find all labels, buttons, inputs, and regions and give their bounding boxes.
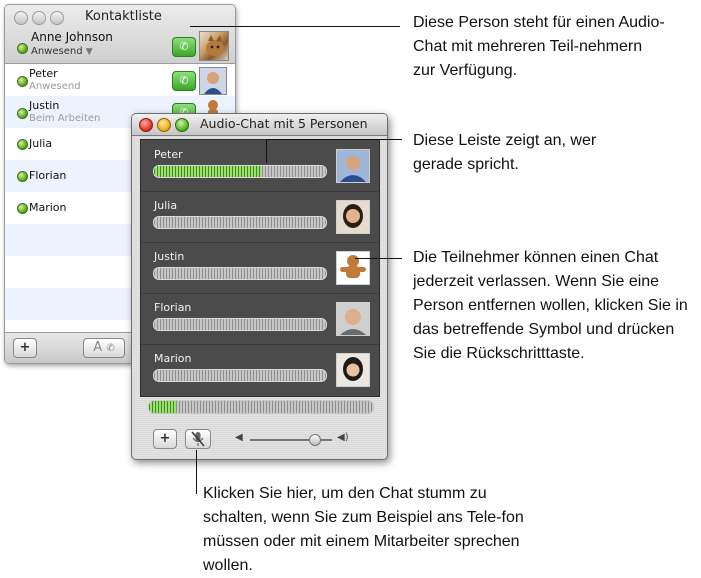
chevron-down-icon: ▼ — [85, 47, 93, 57]
callout-line-1 — [190, 26, 400, 27]
cat-picture-icon — [206, 35, 224, 56]
status-available-icon — [17, 108, 28, 119]
callout-speaking-bar: Diese Leiste zeigt an, wer gerade sprich… — [413, 132, 597, 173]
my-status-label: Anwesend — [31, 46, 83, 57]
participant-slot: Julia — [141, 191, 379, 243]
participant-avatar[interactable] — [336, 149, 370, 183]
participant-name: Florian — [154, 301, 192, 314]
speaking-level-meter — [153, 216, 327, 229]
speaking-level-meter — [153, 165, 327, 178]
audio-chat-icon[interactable]: ✆ — [172, 71, 196, 91]
audio-chat-controls: + ◀ ◀) — [132, 426, 387, 456]
callout-mute: Klicken Sie hier, um den Chat stumm zu s… — [203, 485, 524, 574]
person-picture-icon — [337, 201, 369, 233]
close-window-button[interactable] — [139, 118, 153, 132]
speaking-level-meter — [153, 369, 327, 382]
callout-line-2-h — [266, 139, 402, 140]
speaking-level-meter — [153, 267, 327, 280]
contact-status: Anwesend — [29, 81, 81, 92]
participant-avatar[interactable] — [336, 251, 370, 285]
text-chat-button[interactable]: A ✆ — [83, 338, 125, 358]
volume-slider-knob[interactable] — [308, 434, 321, 446]
speaking-level-fill — [154, 166, 261, 177]
participant-slot: Justin — [141, 242, 379, 294]
callout-line-4 — [196, 450, 197, 494]
add-contact-button[interactable]: + — [13, 338, 37, 358]
audio-chat-icon[interactable]: ✆ — [172, 37, 196, 57]
status-available-icon — [17, 43, 28, 54]
participant-name: Peter — [154, 148, 183, 161]
phone-icon: ✆ — [106, 343, 115, 354]
audio-chat-window: Audio-Chat mit 5 Personen Peter Julia Ju… — [131, 113, 388, 460]
speaking-level-meter — [153, 318, 327, 331]
person-picture-icon — [337, 354, 369, 386]
contact-name: Florian — [29, 169, 67, 182]
participant-avatar[interactable] — [336, 353, 370, 387]
status-available-icon — [17, 139, 28, 150]
audio-chat-titlebar: Audio-Chat mit 5 Personen — [132, 114, 387, 136]
volume-high-icon: ◀) — [337, 432, 349, 443]
minimize-window-button[interactable] — [157, 118, 171, 132]
person-picture-icon — [337, 150, 369, 182]
contact-status: Beim Arbeiten — [29, 113, 101, 124]
add-participant-button[interactable]: + — [153, 429, 177, 449]
person-picture-icon — [337, 303, 369, 335]
participant-avatar[interactable] — [336, 302, 370, 336]
contact-name: Peter — [29, 67, 58, 80]
microphone-muted-icon — [191, 431, 205, 447]
person-picture-icon — [200, 68, 226, 94]
status-available-icon — [17, 203, 28, 214]
participant-name: Marion — [154, 352, 192, 365]
own-level-meter — [148, 400, 374, 414]
mute-button[interactable] — [185, 429, 211, 449]
my-status-menu[interactable]: Anwesend ▼ — [31, 46, 93, 57]
participant-slot: Marion — [141, 344, 379, 395]
callout-remove-participant: Die Teilnehmer können einen Chat jederze… — [413, 249, 688, 362]
buddy-list-header: Kontaktliste Anne Johnson Anwesend ▼ ✆ — [5, 5, 235, 64]
own-level-fill — [149, 401, 176, 413]
contact-row-peter[interactable]: Peter Anwesend ✆ — [5, 64, 235, 96]
my-avatar[interactable] — [199, 31, 229, 61]
callout-line-3 — [355, 258, 402, 259]
participant-list: Peter Julia Justin Florian Marion — [140, 139, 380, 397]
volume-slider[interactable] — [250, 434, 332, 446]
status-available-icon — [17, 171, 28, 182]
status-available-icon — [17, 76, 28, 87]
contact-name: Julia — [29, 137, 53, 150]
window-title: Audio-Chat mit 5 Personen — [200, 116, 368, 131]
contact-name: Marion — [29, 201, 67, 214]
window-title: Kontaktliste — [85, 9, 162, 24]
participant-avatar[interactable] — [336, 200, 370, 234]
participant-slot: Florian — [141, 293, 379, 345]
callout-available-audio-chat: Diese Person steht für einen Audio-Chat … — [413, 14, 665, 79]
text-chat-label: A — [93, 340, 103, 355]
zoom-window-button[interactable] — [50, 11, 64, 25]
minimize-window-button[interactable] — [32, 11, 46, 25]
callout-line-2-v — [266, 139, 267, 163]
close-window-button[interactable] — [14, 11, 28, 25]
zoom-window-button[interactable] — [175, 118, 189, 132]
contact-avatar[interactable] — [199, 67, 227, 95]
participant-slot: Peter — [141, 140, 379, 192]
contact-name: Justin — [29, 99, 60, 112]
participant-name: Justin — [154, 250, 185, 263]
volume-low-icon: ◀ — [235, 432, 243, 443]
my-name: Anne Johnson — [31, 30, 113, 44]
participant-name: Julia — [154, 199, 178, 212]
gingerbread-picture-icon — [337, 252, 369, 284]
